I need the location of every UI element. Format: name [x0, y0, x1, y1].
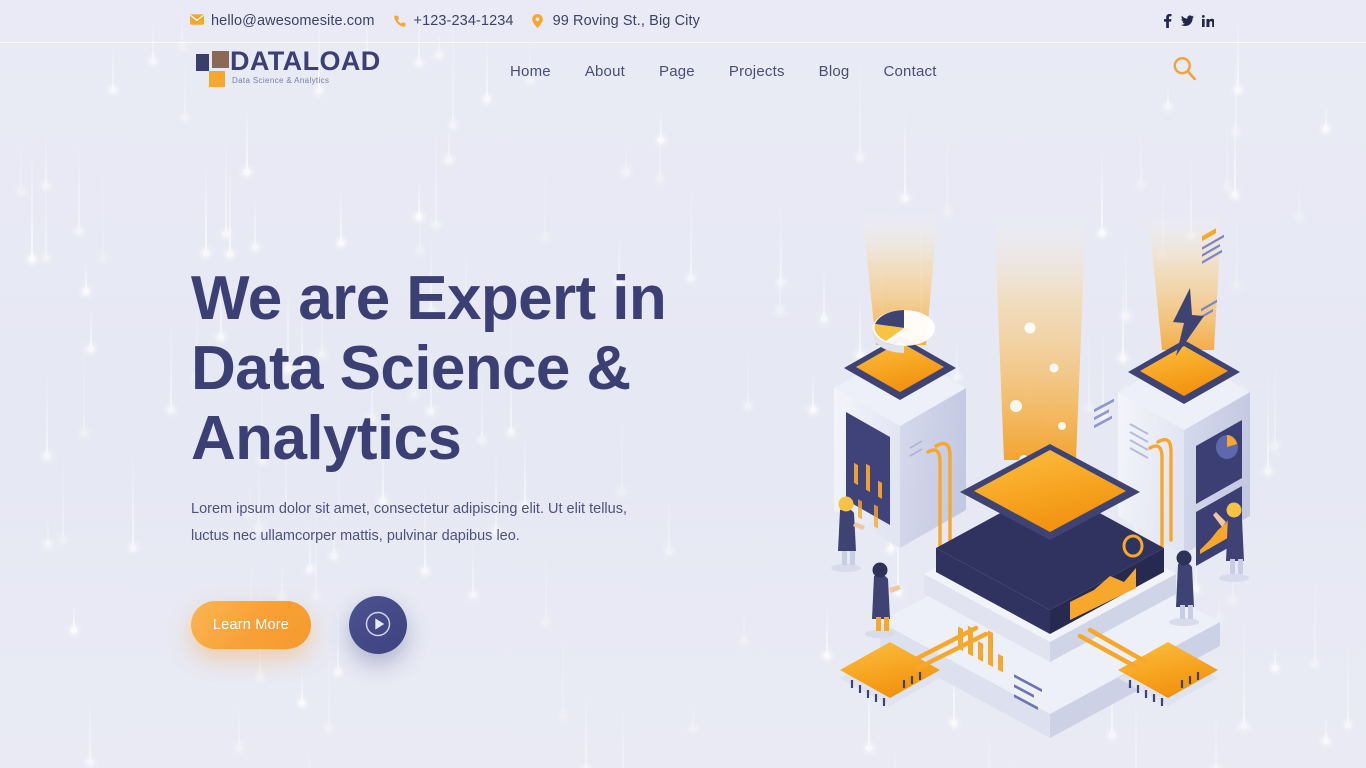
background-streak	[222, 133, 229, 238]
background-streak	[582, 685, 589, 768]
background-streak	[76, 141, 83, 234]
linkedin-icon[interactable]	[1201, 14, 1214, 29]
contact-info-group: hello@awesomesite.com +123-234-1234 99 R…	[190, 13, 700, 29]
nav-item-home[interactable]: Home	[510, 63, 551, 80]
background-streak	[445, 127, 452, 163]
background-streak	[44, 520, 51, 548]
background-streak	[741, 607, 748, 644]
background-streak	[809, 372, 816, 413]
background-streak	[690, 699, 697, 732]
logo-name: DATALOAD	[230, 46, 381, 76]
contact-address-text: 99 Roving St., Big City	[552, 13, 700, 29]
background-streak	[71, 601, 78, 633]
background-streak	[83, 262, 90, 295]
background-streak	[417, 202, 424, 254]
background-streak	[252, 196, 259, 250]
hero-title: We are Expert in Data Science & Analytic…	[191, 264, 667, 473]
background-streak	[944, 122, 951, 216]
search-icon	[1171, 55, 1198, 87]
envelope-icon	[190, 14, 204, 28]
background-streak	[18, 138, 25, 195]
search-button[interactable]	[1165, 52, 1203, 90]
contact-email[interactable]: hello@awesomesite.com	[190, 13, 375, 29]
background-streak	[29, 146, 35, 262]
background-streak	[99, 165, 106, 262]
background-streak	[87, 694, 94, 765]
nav-item-projects[interactable]: Projects	[729, 63, 785, 80]
background-streak	[901, 104, 908, 201]
center-light-beam	[994, 210, 1086, 460]
landing-page: hello@awesomesite.com +123-234-1234 99 R…	[0, 0, 1366, 768]
background-streak	[299, 668, 306, 706]
learn-more-button[interactable]: Learn More	[191, 601, 311, 649]
pie-chart-graphic	[873, 310, 935, 353]
contact-phone[interactable]: +123-234-1234	[393, 13, 514, 29]
background-streak	[43, 373, 50, 460]
main-navigation: Home About Page Projects Blog Contact	[510, 43, 937, 100]
logo-mark-icon	[196, 51, 230, 89]
background-streak	[1322, 103, 1329, 133]
nav-item-contact[interactable]: Contact	[883, 63, 936, 80]
background-streak	[168, 319, 175, 414]
background-streak	[1231, 97, 1238, 198]
hero-content: We are Expert in Data Science & Analytic…	[191, 264, 711, 654]
contact-address[interactable]: 99 Roving St., Big City	[531, 13, 700, 29]
background-streak	[658, 110, 665, 144]
background-streak	[541, 164, 548, 241]
background-streak	[777, 227, 784, 314]
hero-subtitle: Lorem ipsum dolor sit amet, consectetur …	[191, 501, 627, 544]
site-header: DATALOAD Data Science & Analytics Home A…	[0, 43, 1366, 100]
background-streak	[621, 698, 624, 768]
background-streak	[81, 334, 88, 436]
background-streak	[235, 699, 242, 752]
twitter-icon[interactable]	[1181, 14, 1194, 29]
background-streak	[1010, 755, 1013, 768]
background-streak	[42, 132, 49, 189]
background-streak	[1223, 106, 1230, 190]
background-streak	[337, 186, 344, 247]
phone-icon	[393, 14, 407, 28]
site-logo[interactable]: DATALOAD Data Science & Analytics	[196, 46, 381, 89]
background-streak	[59, 448, 66, 544]
background-streak	[203, 159, 210, 257]
play-video-button[interactable]	[349, 596, 407, 654]
left-server-tower	[834, 210, 966, 548]
hero-illustration	[818, 210, 1288, 740]
background-streak	[362, 761, 365, 768]
background-streak	[893, 748, 896, 768]
facebook-icon[interactable]	[1161, 14, 1174, 29]
background-streak	[744, 349, 751, 409]
background-streak	[1137, 121, 1144, 189]
background-streak	[243, 103, 250, 176]
contact-email-text: hello@awesomesite.com	[211, 13, 375, 29]
background-streak	[432, 118, 439, 229]
background-streak	[1345, 642, 1352, 729]
location-pin-icon	[531, 14, 546, 28]
top-utility-bar: hello@awesomesite.com +123-234-1234 99 R…	[0, 0, 1366, 43]
background-streak	[227, 157, 234, 257]
background-streak	[87, 305, 94, 353]
background-streak	[415, 178, 422, 221]
nav-item-about[interactable]: About	[585, 63, 625, 80]
background-streak	[1296, 179, 1303, 221]
social-links-group	[1161, 14, 1214, 29]
background-streak	[1312, 566, 1319, 668]
nav-item-blog[interactable]: Blog	[819, 63, 850, 80]
background-streak	[356, 764, 359, 768]
nav-item-page[interactable]: Page	[659, 63, 695, 80]
background-streak	[622, 147, 629, 176]
logo-tagline: Data Science & Analytics	[232, 76, 330, 86]
background-streak	[1322, 714, 1329, 744]
background-streak	[307, 745, 310, 768]
play-circle-icon	[363, 609, 393, 642]
contact-phone-text: +123-234-1234	[413, 13, 514, 29]
hero-cta-group: Learn More	[191, 596, 711, 654]
background-streak	[129, 448, 136, 552]
